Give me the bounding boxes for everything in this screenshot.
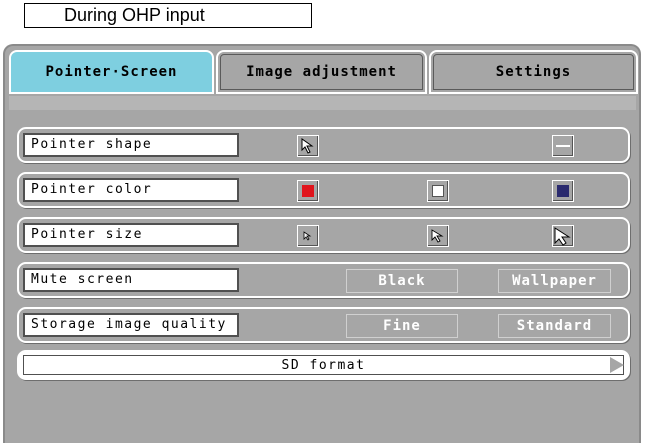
tab-pointer-screen[interactable]: Pointer·Screen — [9, 50, 214, 94]
pointer-size-label: Pointer size — [23, 223, 239, 247]
chevron-right-icon — [610, 357, 624, 373]
row-storage-image-quality: Storage image quality Fine Standard — [17, 307, 630, 343]
small-arrow-icon[interactable] — [297, 225, 319, 247]
white-color-swatch[interactable] — [427, 180, 449, 202]
mute-black-button[interactable]: Black — [346, 269, 458, 293]
row-pointer-color: Pointer color — [17, 172, 630, 208]
tab-image-adjustment[interactable]: Image adjustment — [216, 50, 427, 94]
arrow-pointer-icon[interactable] — [297, 135, 319, 157]
row-mute-screen: Mute screen Black Wallpaper — [17, 262, 630, 298]
large-arrow-icon[interactable] — [552, 225, 574, 247]
quality-standard-button[interactable]: Standard — [498, 314, 611, 338]
blue-swatch-icon — [557, 185, 569, 197]
sd-format-button[interactable]: SD format — [17, 350, 630, 380]
sd-format-label: SD format — [281, 357, 366, 373]
tab-label: Pointer·Screen — [45, 64, 178, 80]
red-color-swatch[interactable] — [297, 180, 319, 202]
mute-screen-label: Mute screen — [23, 268, 239, 292]
mute-wallpaper-button[interactable]: Wallpaper — [498, 269, 611, 293]
red-swatch-icon — [302, 185, 314, 197]
row-pointer-shape: Pointer shape — [17, 127, 630, 163]
blue-color-swatch[interactable] — [552, 180, 574, 202]
quality-fine-button[interactable]: Fine — [346, 314, 458, 338]
bar-pointer-icon[interactable] — [552, 135, 574, 157]
caption-label: During OHP input — [24, 3, 312, 28]
white-swatch-icon — [432, 185, 444, 197]
row-pointer-size: Pointer size — [17, 217, 630, 253]
storage-quality-label: Storage image quality — [23, 313, 239, 337]
tab-label: Settings — [495, 64, 572, 80]
tab-content-header-bar — [9, 96, 636, 110]
pointer-color-label: Pointer color — [23, 178, 239, 202]
medium-arrow-icon[interactable] — [427, 225, 449, 247]
tab-settings[interactable]: Settings — [429, 50, 638, 94]
tab-label: Image adjustment — [246, 64, 397, 80]
pointer-shape-label: Pointer shape — [23, 133, 239, 157]
